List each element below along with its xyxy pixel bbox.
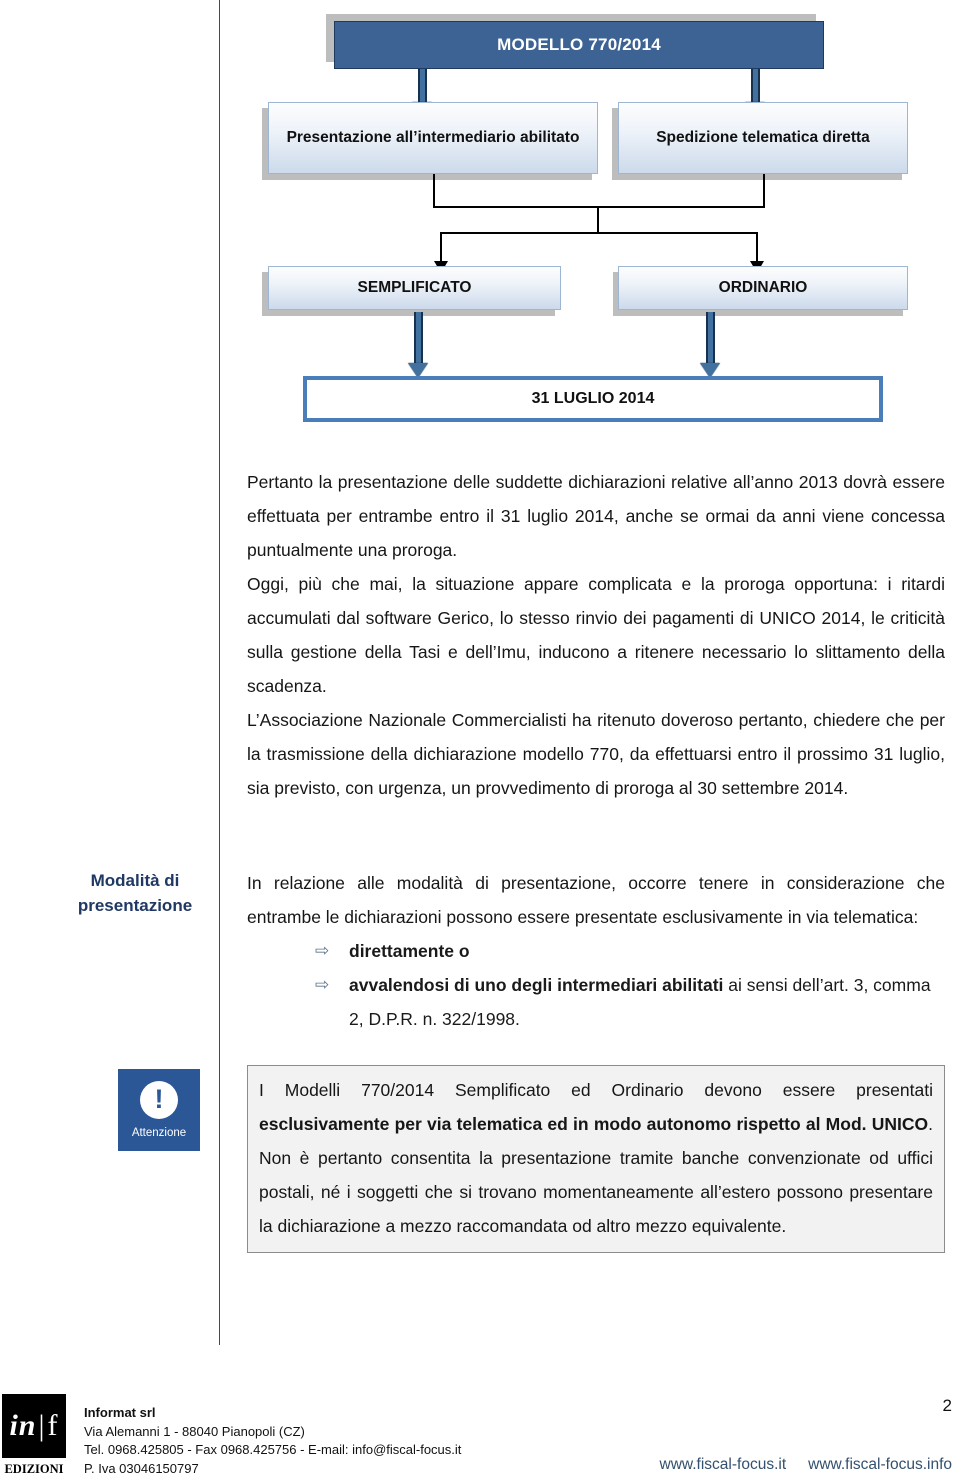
arrow-ordinario-to-deadline xyxy=(700,312,720,378)
connector-horizontal-bottom xyxy=(440,232,758,234)
attention-callout-box: I Modelli 770/2014 Semplificato ed Ordin… xyxy=(247,1065,945,1253)
page-number: 2 xyxy=(942,1396,952,1415)
diagram-node-semplificato-label: SEMPLIFICATO xyxy=(357,279,472,297)
connector-center-drop xyxy=(597,206,599,234)
informat-logo-icon: in|f xyxy=(2,1394,66,1458)
page-footer: in|f EDIZIONI Informat srl Via Alemanni … xyxy=(0,1390,960,1484)
footer-link-fiscal-focus-info[interactable]: www.fiscal-focus.info xyxy=(808,1456,952,1474)
diagram-node-spedizione-telematica-label: Spedizione telematica diretta xyxy=(656,129,870,147)
footer-address: Via Alemanni 1 - 88040 Pianopoli (CZ) xyxy=(84,1423,305,1439)
paragraph-2: Oggi, più che mai, la situazione appare … xyxy=(247,574,945,696)
paragraph-3: L’Associazione Nazionale Commercialisti … xyxy=(247,710,945,798)
attention-icon-badge: ! Attenzione xyxy=(118,1069,200,1151)
footer-vat: P. Iva 03046150797 xyxy=(84,1460,199,1476)
diagram-node-ordinario-label: ORDINARIO xyxy=(718,279,808,297)
connector-down-semplificato xyxy=(440,232,442,264)
footer-company-info: Informat srl Via Alemanni 1 - 88040 Pian… xyxy=(84,1404,461,1478)
attention-icon-caption: Attenzione xyxy=(131,1127,187,1139)
diagram-node-spedizione-telematica: Spedizione telematica diretta xyxy=(618,102,908,174)
diagram-node-ordinario: ORDINARIO xyxy=(618,266,908,310)
footer-contacts: Tel. 0968.425805 - Fax 0968.425756 - E-m… xyxy=(84,1442,462,1457)
logo-f: f xyxy=(47,1409,59,1442)
arrow-right-bullet-icon: ⇨ xyxy=(315,975,330,994)
modalita-body: In relazione alle modalità di presentazi… xyxy=(247,866,945,1036)
section-label-modalita-presentazione: Modalità di presentazione xyxy=(60,868,210,918)
diagram-node-modello-label: MODELLO 770/2014 xyxy=(497,35,661,54)
connector-horizontal-top xyxy=(433,206,765,208)
diagram-node-deadline: 31 LUGLIO 2014 xyxy=(303,376,883,422)
exclamation-circle-icon: ! xyxy=(140,1081,178,1119)
logo-subtitle-edizioni: EDIZIONI xyxy=(4,1462,64,1476)
list-item-bold-2: avvalendosi di uno degli intermediari ab… xyxy=(349,975,724,995)
diagram-node-presentazione-intermediario: Presentazione all’intermediario abilitat… xyxy=(268,102,598,174)
footer-company-name: Informat srl xyxy=(84,1405,156,1420)
arrow-semplificato-to-deadline xyxy=(408,312,428,378)
diagram-node-modello: MODELLO 770/2014 xyxy=(334,21,824,69)
list-item: ⇨ direttamente o xyxy=(315,934,945,968)
list-item-text: avvalendosi di uno degli intermediari ab… xyxy=(349,968,945,1036)
exclamation-glyph: ! xyxy=(154,1083,164,1114)
arrow-right-bullet-icon: ⇨ xyxy=(315,941,330,960)
logo-in: in xyxy=(9,1409,37,1442)
list-item-bold-1: direttamente o xyxy=(349,941,470,961)
attention-text-bold: esclusivamente per via telematica ed in … xyxy=(259,1114,929,1134)
attention-text-part1: I Modelli 770/2014 Semplificato ed Ordin… xyxy=(259,1080,933,1100)
diagram-node-deadline-label: 31 LUGLIO 2014 xyxy=(531,390,655,407)
section-label-line-2: presentazione xyxy=(77,896,193,915)
footer-link-fiscal-focus-it[interactable]: www.fiscal-focus.it xyxy=(660,1456,787,1474)
list-item: ⇨ avvalendosi di uno degli intermediari … xyxy=(315,968,945,1036)
connector-down-ordinario xyxy=(756,232,758,264)
flowchart-diagram: MODELLO 770/2014 Presentazione all’inter… xyxy=(0,0,960,445)
logo-wordmark: in|f xyxy=(9,1409,58,1443)
connector-left-stub xyxy=(433,174,435,208)
diagram-node-semplificato: SEMPLIFICATO xyxy=(268,266,561,310)
connector-right-stub xyxy=(763,174,765,208)
modalita-intro-paragraph: In relazione alle modalità di presentazi… xyxy=(247,873,945,927)
body-text-column: Pertanto la presentazione delle suddette… xyxy=(247,465,945,805)
attention-text: I Modelli 770/2014 Semplificato ed Ordin… xyxy=(259,1073,933,1243)
footer-links[interactable]: www.fiscal-focus.it www.fiscal-focus.inf… xyxy=(660,1456,952,1474)
diagram-node-presentazione-intermediario-label: Presentazione all’intermediario abilitat… xyxy=(286,129,580,147)
list-item-text: direttamente o xyxy=(349,934,945,968)
section-label-line-1: Modalità di xyxy=(90,871,180,890)
paragraph-1: Pertanto la presentazione delle suddette… xyxy=(247,472,945,560)
logo-divider: | xyxy=(38,1409,46,1442)
